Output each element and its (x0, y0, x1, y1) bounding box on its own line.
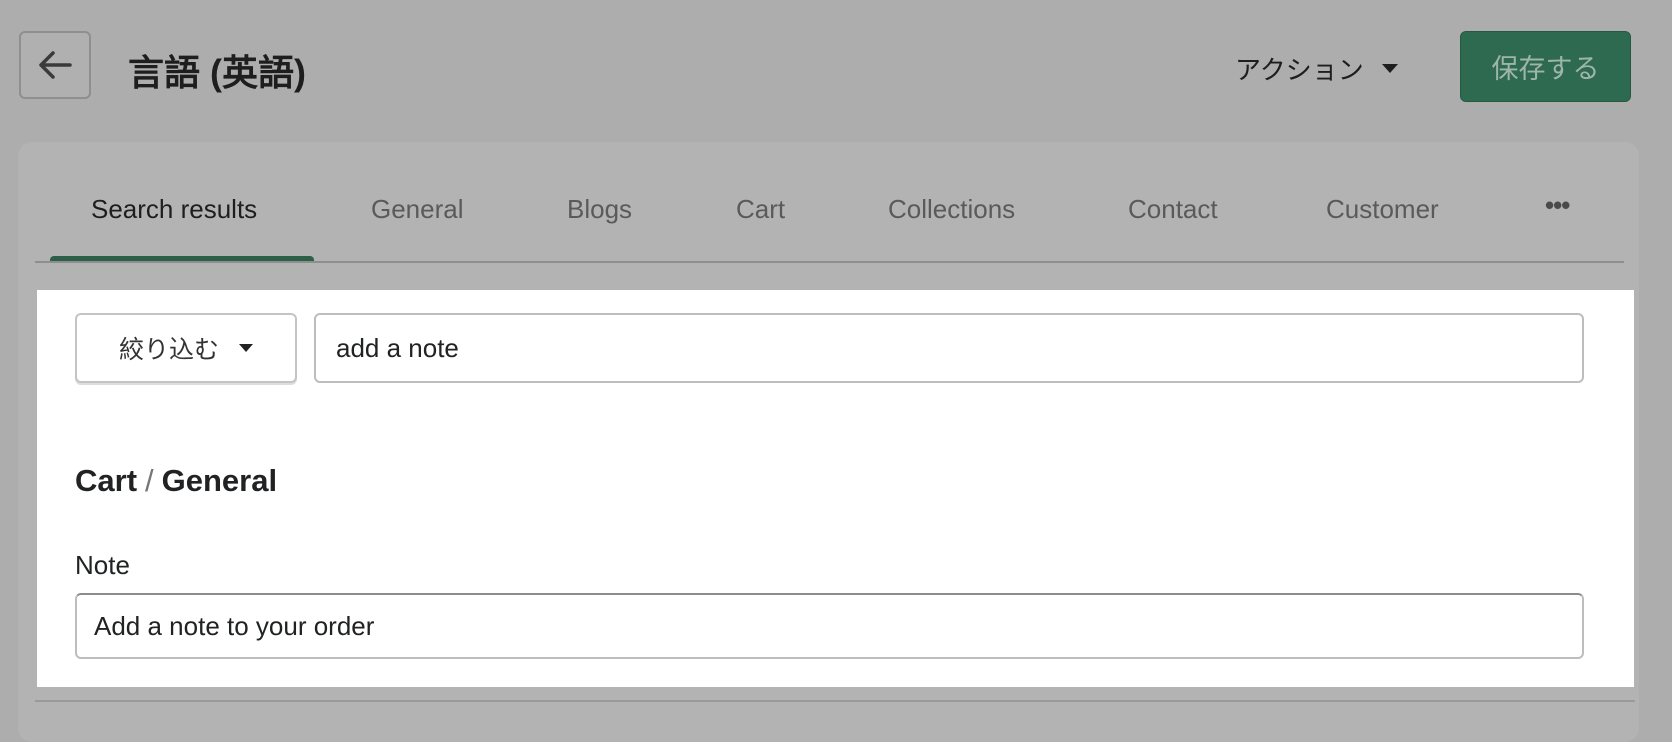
section-separator: / (145, 463, 154, 498)
ellipsis-icon[interactable]: ••• (1545, 190, 1570, 221)
page-title: 言語 (英語) (128, 52, 306, 93)
tab-search-results[interactable]: Search results (91, 194, 257, 225)
tab-blogs[interactable]: Blogs (567, 194, 632, 225)
section-part-general: General (161, 463, 278, 498)
caret-down-icon (239, 344, 253, 352)
caret-down-icon (1381, 64, 1398, 73)
filter-button[interactable]: 絞り込む (75, 313, 297, 383)
actions-label: アクション (1235, 55, 1364, 85)
section-heading: Cart / General (75, 463, 277, 499)
tab-divider (35, 261, 1624, 263)
tab-customer[interactable]: Customer (1326, 194, 1439, 225)
tab-contact[interactable]: Contact (1128, 194, 1218, 225)
tab-general[interactable]: General (371, 194, 464, 225)
divider (35, 700, 1635, 702)
note-label: Note (75, 550, 130, 580)
actions-dropdown[interactable]: アクション (1235, 50, 1398, 87)
note-input[interactable]: Add a note to your order (75, 593, 1584, 659)
save-button[interactable]: 保存する (1460, 31, 1631, 102)
arrow-left-icon (39, 51, 72, 79)
filter-label: 絞り込む (118, 336, 219, 364)
back-button[interactable] (19, 31, 91, 99)
section-part-cart: Cart (75, 463, 138, 498)
tab-collections[interactable]: Collections (888, 194, 1015, 225)
tab-cart[interactable]: Cart (736, 194, 785, 225)
search-input[interactable]: add a note (314, 313, 1584, 383)
